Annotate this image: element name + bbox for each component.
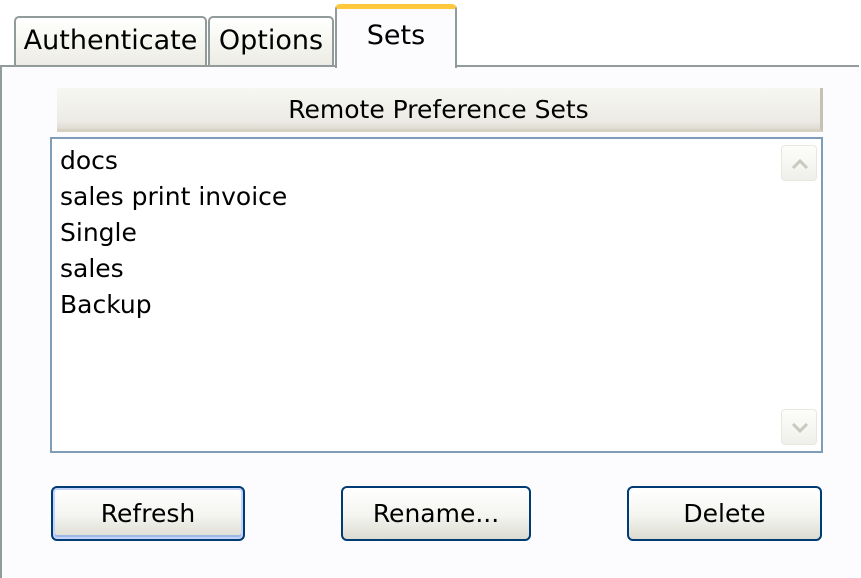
chevron-up-icon	[791, 158, 809, 170]
rename-button[interactable]: Rename...	[341, 486, 531, 541]
scroll-up-button[interactable]	[781, 145, 817, 181]
chevron-down-icon	[791, 422, 809, 434]
list-items: docs sales print invoice Single sales Ba…	[60, 143, 287, 323]
delete-button[interactable]: Delete	[627, 486, 822, 541]
list-item[interactable]: sales	[60, 251, 287, 287]
list-item[interactable]: Single	[60, 215, 287, 251]
list-item[interactable]: Backup	[60, 287, 287, 323]
preferences-dialog: Authenticate Options Sets Remote Prefere…	[0, 0, 861, 578]
scroll-down-button[interactable]	[781, 409, 817, 445]
list-item[interactable]: sales print invoice	[60, 179, 287, 215]
tab-authenticate[interactable]: Authenticate	[14, 16, 207, 66]
list-item[interactable]: docs	[60, 143, 287, 179]
list-column-header[interactable]: Remote Preference Sets	[57, 88, 823, 132]
remote-preference-sets-list[interactable]: docs sales print invoice Single sales Ba…	[50, 137, 823, 453]
tab-sets[interactable]: Sets	[335, 4, 457, 68]
tab-strip: Authenticate Options Sets	[0, 0, 861, 68]
refresh-button[interactable]: Refresh	[51, 486, 245, 541]
tab-options[interactable]: Options	[208, 16, 334, 66]
vertical-scrollbar[interactable]	[781, 145, 817, 445]
